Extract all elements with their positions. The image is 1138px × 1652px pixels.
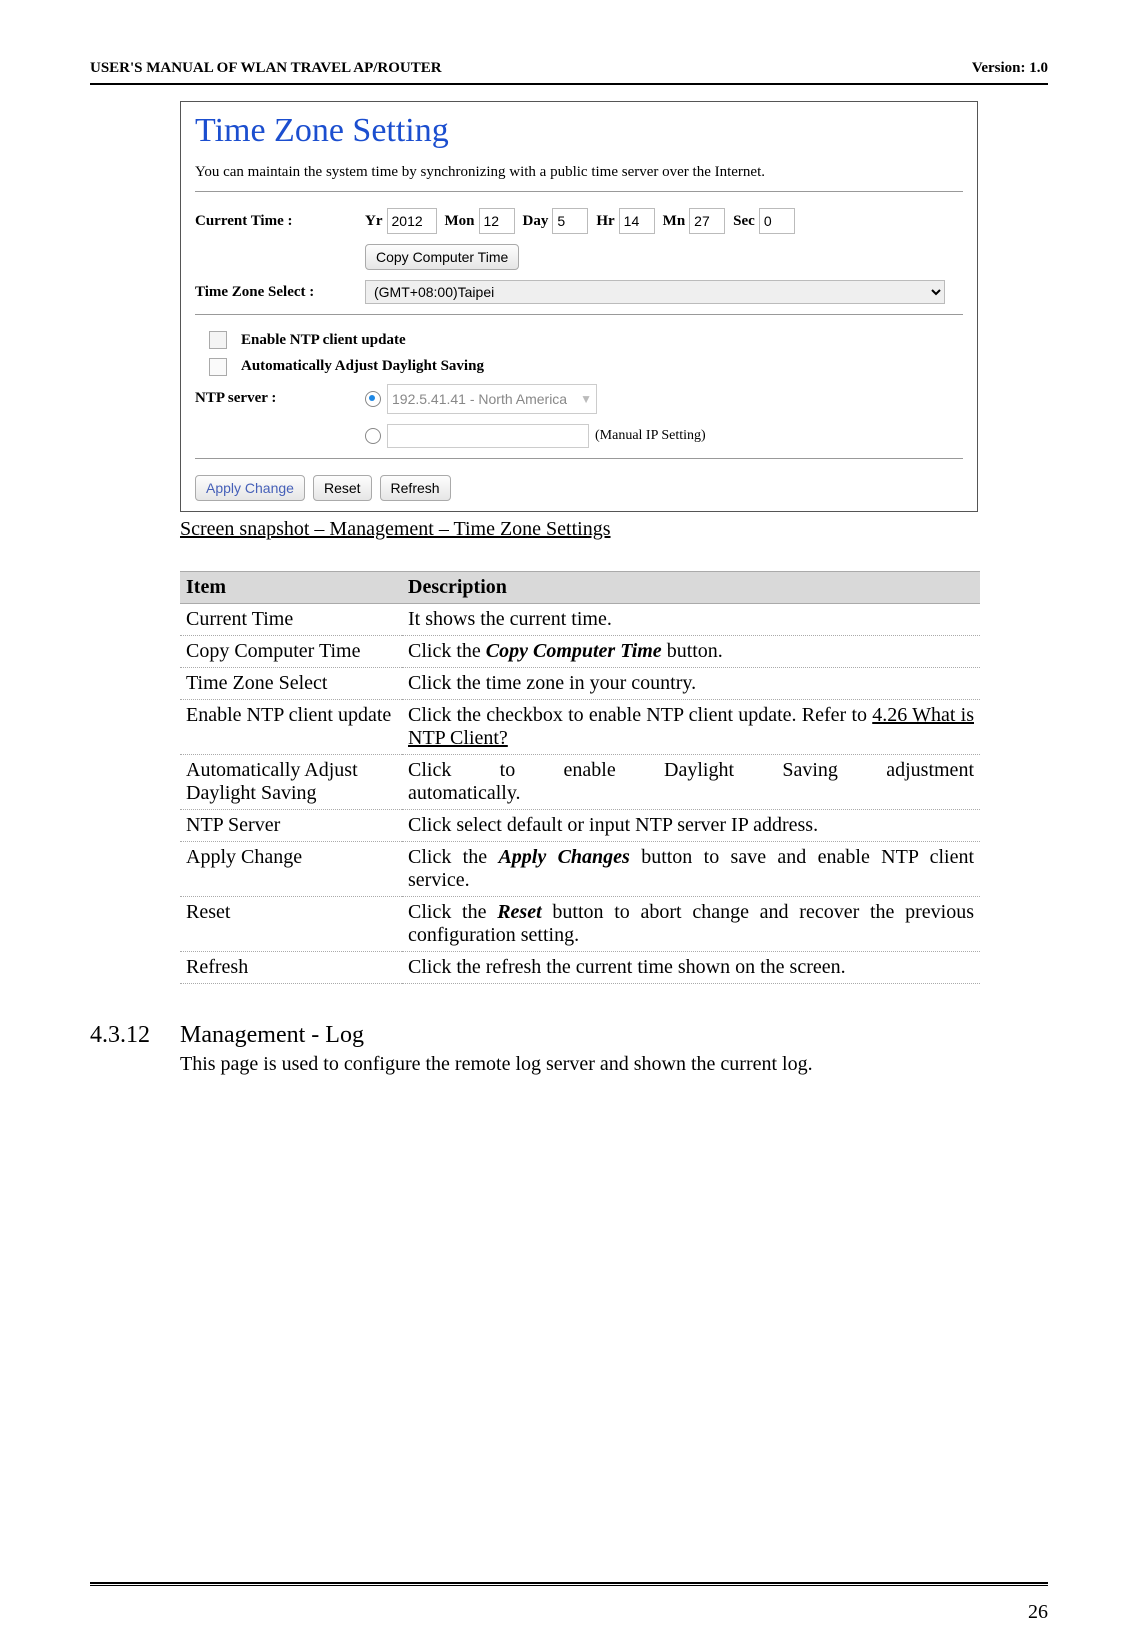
table-cell: Click select default or input NTP server… (402, 809, 980, 841)
hr-input[interactable] (619, 208, 655, 234)
section-title: Management - Log (180, 1022, 364, 1049)
adjust-dst-label: Automatically Adjust Daylight Saving (241, 358, 484, 374)
table-cell: NTP Server (180, 809, 402, 841)
table-cell: Click the checkbox to enable NTP client … (402, 699, 980, 754)
table-cell: Click the Apply Changes button to save a… (402, 841, 980, 896)
screenshot-desc: You can maintain the system time by sync… (195, 164, 963, 181)
table-cell: Automatically Adjust Daylight Saving (180, 754, 402, 809)
doc-header-right: Version: 1.0 (972, 60, 1048, 77)
timezone-select[interactable]: (GMT+08:00)Taipei (365, 280, 945, 304)
table-cell: Click the refresh the current time shown… (402, 951, 980, 983)
sec-input[interactable] (759, 208, 795, 234)
mn-label: Mn (663, 213, 686, 230)
day-input[interactable] (552, 208, 588, 234)
table-cell: Reset (180, 896, 402, 951)
footer-rule (90, 1582, 1048, 1584)
section-number: 4.3.12 (90, 1022, 168, 1049)
table-cell: Refresh (180, 951, 402, 983)
table-cell: Click to enable Daylight Saving adjustme… (402, 754, 980, 809)
page-number: 26 (1028, 1601, 1048, 1624)
table-cell: Enable NTP client update (180, 699, 402, 754)
hr-label: Hr (596, 213, 614, 230)
table-cell: Current Time (180, 603, 402, 635)
refresh-button[interactable]: Refresh (380, 475, 451, 501)
divider (195, 191, 963, 192)
copy-computer-time-button[interactable]: Copy Computer Time (365, 244, 519, 270)
enable-ntp-label: Enable NTP client update (241, 332, 406, 348)
table-cell: Copy Computer Time (180, 635, 402, 667)
ntp-server-label: NTP server : (195, 390, 365, 407)
screenshot-panel: Time Zone Setting You can maintain the s… (180, 101, 978, 512)
yr-label: Yr (365, 213, 383, 230)
ntp-manual-label: (Manual IP Setting) (595, 428, 706, 444)
current-time-label: Current Time : (195, 213, 365, 230)
ntp-preset-radio[interactable] (365, 391, 381, 407)
yr-input[interactable] (387, 208, 437, 234)
doc-header-left: USER'S MANUAL OF WLAN TRAVEL AP/ROUTER (90, 60, 442, 77)
th-desc: Description (402, 571, 980, 603)
reset-button[interactable]: Reset (313, 475, 372, 501)
description-table: Item Description Current Time It shows t… (180, 571, 980, 984)
adjust-dst-checkbox[interactable] (209, 358, 227, 376)
table-cell: Time Zone Select (180, 667, 402, 699)
mon-input[interactable] (479, 208, 515, 234)
screenshot-caption: Screen snapshot – Management – Time Zone… (180, 518, 980, 541)
ntp-preset-select[interactable]: 192.5.41.41 - North America ▼ (387, 384, 597, 414)
screenshot-title: Time Zone Setting (195, 112, 963, 150)
mn-input[interactable] (689, 208, 725, 234)
footer-rule-thin (90, 1585, 1048, 1586)
table-cell: Click the Reset button to abort change a… (402, 896, 980, 951)
table-cell: Apply Change (180, 841, 402, 896)
tz-label: Time Zone Select : (195, 284, 365, 301)
table-cell: Click the time zone in your country. (402, 667, 980, 699)
ntp-preset-value: 192.5.41.41 - North America (392, 391, 567, 407)
apply-change-button[interactable]: Apply Change (195, 475, 305, 501)
chevron-down-icon: ▼ (580, 392, 592, 406)
mon-label: Mon (445, 213, 475, 230)
ntp-manual-radio[interactable] (365, 428, 381, 444)
divider (195, 458, 963, 459)
table-cell: It shows the current time. (402, 603, 980, 635)
th-item: Item (180, 571, 402, 603)
divider (195, 314, 963, 315)
table-cell: Click the Copy Computer Time button. (402, 635, 980, 667)
ntp-manual-input[interactable] (387, 424, 589, 448)
header-rule (90, 83, 1048, 85)
enable-ntp-checkbox[interactable] (209, 331, 227, 349)
sec-label: Sec (733, 213, 755, 230)
day-label: Day (523, 213, 549, 230)
section-body: This page is used to configure the remot… (180, 1053, 980, 1076)
